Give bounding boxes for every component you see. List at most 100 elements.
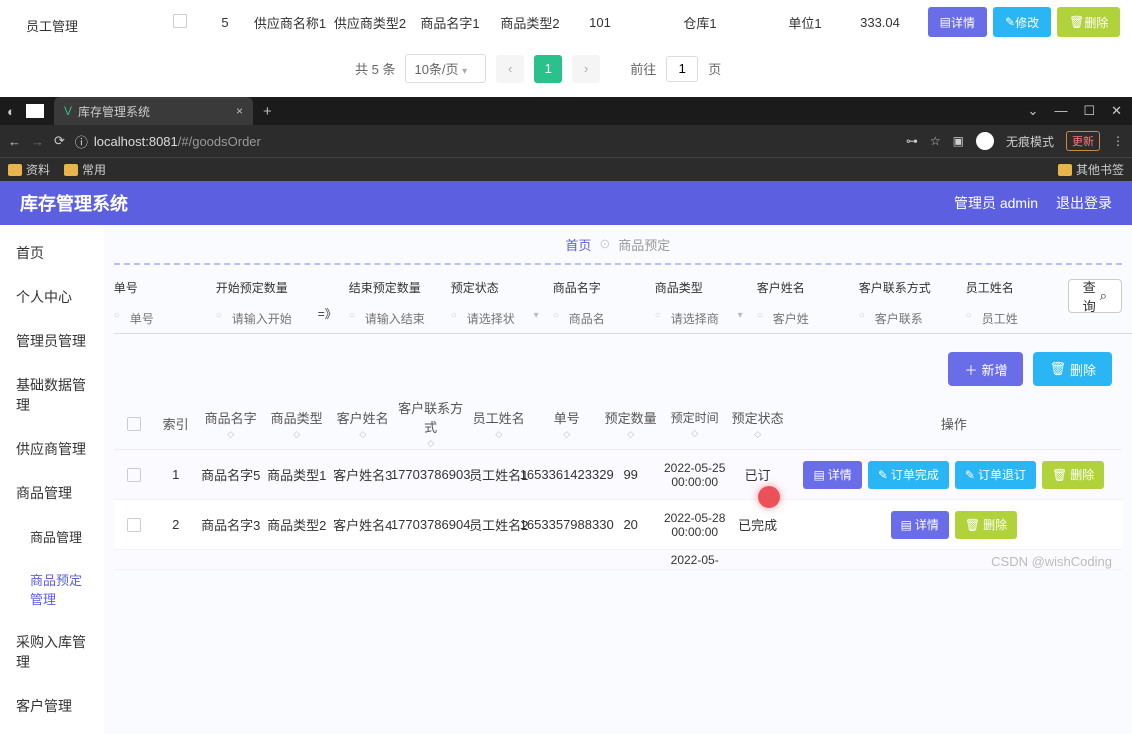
cell-status: 已完成 — [730, 515, 786, 534]
cell-cust: 客户姓名3 — [330, 465, 396, 484]
watermark: CSDN @wishCoding — [991, 554, 1112, 569]
filter-emp-name-input[interactable] — [966, 304, 1132, 334]
filter-goods-name-label: 商品名字 — [553, 279, 643, 296]
th-phone[interactable]: 客户联系方式◇ — [396, 398, 466, 449]
close-icon[interactable]: ✕ — [1111, 103, 1122, 119]
th-qty[interactable]: 预定数量◇ — [602, 408, 660, 440]
sidebar-item-supplier[interactable]: 供应商管理 — [0, 427, 104, 471]
row-checkbox[interactable] — [173, 14, 187, 28]
select-all-checkbox[interactable] — [127, 417, 141, 431]
page-1-button[interactable]: 1 — [534, 55, 562, 83]
total-count: 共 5 条 — [355, 59, 395, 78]
top-table-row: 5 供应商名称1 供应商类型2 商品名字1 商品类型2 101 仓库1 单位1 … — [160, 0, 1122, 44]
key-icon[interactable]: ⊶ — [906, 134, 918, 148]
cell-goods-type: 商品类型2 — [490, 13, 570, 32]
th-order[interactable]: 单号◇ — [532, 408, 602, 440]
goto-suffix: 页 — [708, 59, 721, 78]
cell-time: 2022-05-28 00:00:00 — [660, 511, 730, 539]
sidebar-item-profile[interactable]: 个人中心 — [0, 275, 104, 319]
goto-page-input[interactable] — [666, 56, 698, 82]
cell-cust: 客户姓名4 — [330, 515, 396, 534]
vue-icon: V — [64, 104, 72, 118]
detail-button[interactable]: ▤ 详情 — [928, 7, 987, 37]
row-delete-button[interactable]: 🗑 删除 — [1042, 461, 1104, 489]
goto-label: 前往 — [630, 59, 656, 78]
cell-name: 商品名字5 — [198, 465, 264, 484]
th-cust[interactable]: 客户姓名◇ — [330, 408, 396, 440]
row-delete-button[interactable]: 🗑 删除 — [955, 511, 1017, 539]
table-row: 2 商品名字3 商品类型2 客户姓名4 17703786904 员工姓名2 16… — [114, 500, 1122, 550]
sidebar-item-home[interactable]: 首页 — [0, 231, 104, 275]
pagination: 共 5 条 10条/页 ▾ ‹ 1 › 前往 页 — [160, 44, 1122, 97]
reload-icon[interactable]: ⟳ — [54, 133, 65, 149]
cell-supplier-name: 供应商名称1 — [250, 13, 330, 32]
top-sidebar-item[interactable]: 员工管理 — [10, 0, 160, 97]
menu-icon[interactable]: ⋮ — [1112, 134, 1124, 148]
chevron-down-icon[interactable]: ⌄ — [1028, 103, 1039, 119]
th-name[interactable]: 商品名字◇ — [198, 408, 264, 440]
cell-order: 1653357988330 — [532, 517, 602, 532]
th-status[interactable]: 预定状态◇ — [730, 408, 786, 440]
user-label[interactable]: 管理员 admin — [954, 193, 1038, 213]
next-page-button[interactable]: › — [572, 55, 600, 83]
sidebar-item-customer[interactable]: 客户管理 — [0, 684, 104, 728]
sidebar-sub-goods-manage[interactable]: 商品管理 — [0, 515, 104, 558]
th-idx[interactable]: 索引 — [154, 414, 198, 433]
app-menu-icon[interactable]: ◐ — [0, 104, 22, 119]
row-detail-button[interactable]: ▤ 详情 — [891, 511, 949, 539]
crumb-home[interactable]: 首页 — [565, 235, 591, 254]
logout-link[interactable]: 退出登录 — [1056, 193, 1112, 213]
info-icon[interactable]: ⓘ — [75, 132, 88, 151]
update-button[interactable]: 更新 — [1066, 131, 1100, 151]
sidebar-item-goods[interactable]: 商品管理 — [0, 471, 104, 515]
sidebar-item-admin[interactable]: 管理员管理 — [0, 319, 104, 363]
cell-status: 已订 — [730, 465, 786, 484]
search-icon: ⌕ — [1100, 288, 1107, 304]
filter-startqty-label: 开始预定数量 — [216, 279, 306, 296]
th-type[interactable]: 商品类型◇ — [264, 408, 330, 440]
new-tab-button[interactable]: + — [263, 103, 272, 120]
prev-page-button[interactable]: ‹ — [496, 55, 524, 83]
row-checkbox[interactable] — [127, 468, 141, 482]
forward-icon[interactable]: → — [31, 134, 44, 149]
incognito-avatar-icon[interactable] — [976, 132, 994, 150]
sidebar-item-purchase[interactable]: 采购入库管理 — [0, 620, 104, 684]
cell-time: 2022-05- — [660, 553, 730, 567]
bulk-delete-button[interactable]: 🗑 删除 — [1033, 352, 1112, 386]
bookmark-other[interactable]: 其他书签 — [1058, 161, 1124, 178]
filter-goods-type-label: 商品类型 — [655, 279, 745, 296]
row-cancel-button[interactable]: ✎ 订单退订 — [955, 461, 1036, 489]
cell-idx: 2 — [154, 517, 198, 532]
filter-cust-name-label: 客户姓名 — [757, 279, 847, 296]
incognito-label: 无痕模式 — [1006, 133, 1054, 150]
crumb-sep-icon: ⊙ — [599, 236, 610, 252]
panel-icon[interactable]: ▣ — [953, 134, 964, 148]
edit-button[interactable]: ✎ 修改 — [993, 7, 1051, 37]
back-icon[interactable]: ← — [8, 134, 21, 149]
star-icon[interactable]: ☆ — [930, 134, 941, 148]
row-checkbox[interactable] — [127, 518, 141, 532]
cell-goods-name: 商品名字1 — [410, 13, 490, 32]
maximize-icon[interactable]: ☐ — [1083, 103, 1095, 119]
th-time[interactable]: 预定时间◇ — [660, 409, 730, 439]
minimize-icon[interactable]: — — [1054, 103, 1067, 119]
delete-button[interactable]: 🗑 删除 — [1057, 7, 1120, 37]
address-bar[interactable]: ⓘ localhost:8081/#/goodsOrder — [75, 132, 896, 151]
cell-qty: 99 — [602, 467, 660, 482]
sidebar-sub-goods-order[interactable]: 商品预定管理 — [0, 558, 104, 620]
page-size-select[interactable]: 10条/页 ▾ — [405, 54, 486, 83]
bookmark-common[interactable]: 常用 — [64, 161, 106, 178]
bookmark-data[interactable]: 资料 — [8, 161, 50, 178]
app-title: 库存管理系统 — [20, 190, 128, 216]
cell-phone: 17703786903 — [396, 467, 466, 482]
add-button[interactable]: ＋ 新增 — [948, 352, 1023, 386]
cell-supplier-type: 供应商类型2 — [330, 13, 410, 32]
row-complete-button[interactable]: ✎ 订单完成 — [868, 461, 949, 489]
close-tab-icon[interactable]: × — [236, 104, 243, 118]
row-detail-button[interactable]: ▤ 详情 — [803, 461, 861, 489]
browser-tab[interactable]: V 库存管理系统 × — [54, 97, 253, 125]
th-emp[interactable]: 员工姓名◇ — [466, 408, 532, 440]
sidebar-item-basedata[interactable]: 基础数据管理 — [0, 363, 104, 427]
cell-unit: 单位1 — [770, 13, 840, 32]
filter-cust-phone-label: 客户联系方式 — [859, 279, 954, 296]
